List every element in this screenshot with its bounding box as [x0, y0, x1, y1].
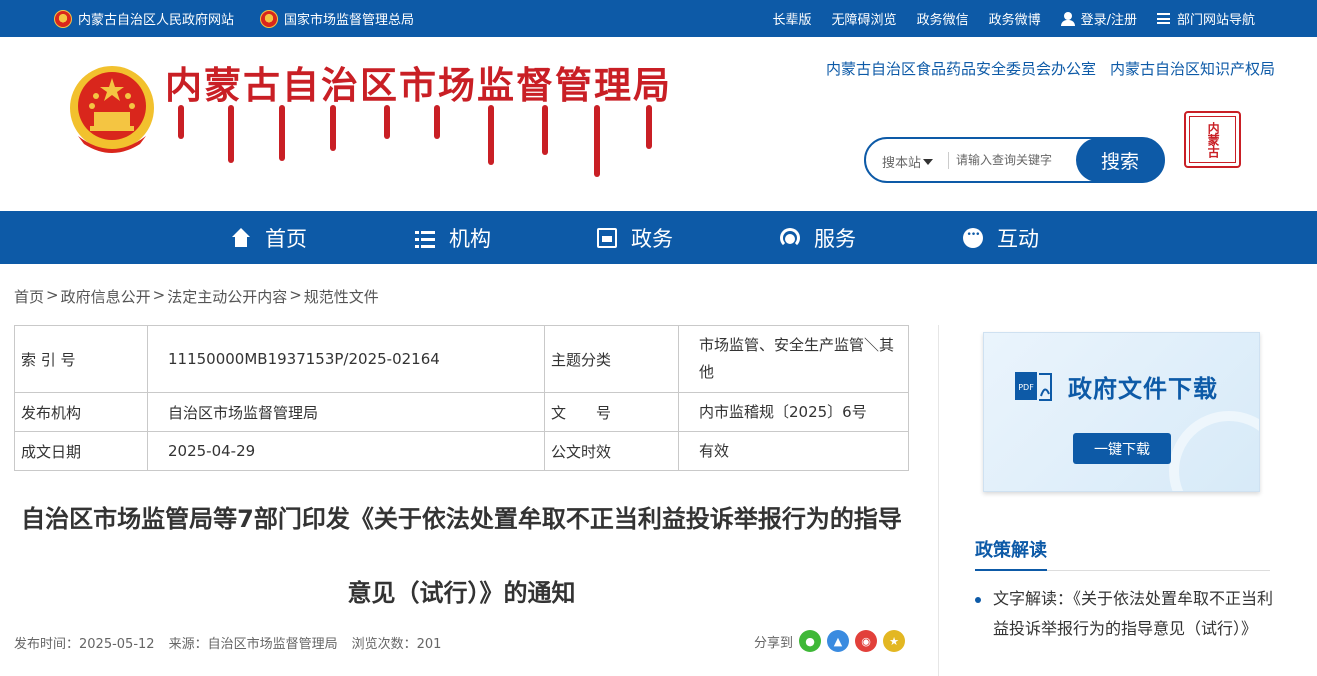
nav-organization-label: 机构: [449, 226, 491, 251]
breadcrumb-normative-docs[interactable]: 规范性文件: [304, 286, 379, 307]
book-icon: [597, 227, 617, 248]
main-nav: 首页 机构 政务 服务 互动: [0, 211, 1317, 264]
date-value: 2025-04-29: [147, 431, 545, 471]
national-emblem-icon: [260, 9, 279, 28]
search-divider: [948, 152, 949, 169]
topic-value: 市场监管、安全生产监管＼其他: [678, 325, 909, 393]
mongolian-script-title: [172, 105, 667, 177]
nav-interaction-label: 互动: [997, 226, 1039, 251]
search-box: 搜本站 搜索: [864, 137, 1165, 183]
validity-value: 有效: [678, 431, 909, 471]
svg-text:PDF: PDF: [1018, 383, 1034, 392]
search-scope-label: 搜本站: [882, 156, 922, 171]
nav-item-service[interactable]: 服务: [780, 211, 856, 264]
one-click-download-button[interactable]: 一键下载: [1073, 433, 1171, 464]
nav-service-label: 服务: [814, 226, 856, 251]
policy-interpretation-link[interactable]: 文字解读：《关于依法处置牟取不正当利益投诉举报行为的指导意见（试行）》: [993, 584, 1273, 644]
publish-time: 发布时间：2025-05-12: [14, 637, 155, 652]
policy-interpretation-heading: 政策解读: [975, 540, 1047, 561]
nav-item-organization[interactable]: 机构: [415, 211, 491, 264]
national-emblem-icon: [54, 9, 72, 28]
search-input[interactable]: [956, 148, 1076, 172]
seal-text: 内蒙古: [1189, 116, 1236, 163]
table-row: 发布机构 自治区市场监督管理局 文 号 内市监稽规〔2025〕6号: [14, 392, 909, 432]
samr-label: 国家市场监督管理总局: [284, 13, 415, 28]
national-emblem-logo: [70, 66, 154, 153]
org-value: 自治区市场监督管理局: [147, 392, 545, 432]
article-source: 来源：自治区市场监督管理局: [168, 637, 338, 652]
dept-nav-label: 部门网站导航: [1176, 13, 1255, 28]
caret-down-icon: [923, 158, 934, 165]
article-title: 自治区市场监管局等7部门印发《关于依法处置牟取不正当利益投诉举报行为的指导意见（…: [21, 505, 902, 607]
document-download-panel: PDF 政府文件下载 一键下载: [983, 332, 1260, 492]
top-bar-right: 长辈版 无障碍浏览 政务微信 政务微博 登录/注册 部门网站导航: [753, 0, 1255, 37]
download-panel-title: 政府文件下载: [1068, 374, 1218, 403]
top-bar-left: 内蒙古自治区人民政府网站 国家市场监督管理总局: [54, 0, 440, 37]
wechat-link[interactable]: 政务微信: [917, 9, 969, 28]
header-links: 内蒙古自治区食品药品安全委员会办公室 内蒙古自治区知识产权局: [812, 58, 1275, 79]
article-info: 发布时间：2025-05-12 来源：自治区市场监督管理局 浏览次数：201: [14, 633, 455, 652]
chat-icon: [963, 227, 983, 248]
login-link[interactable]: 登录/注册: [1060, 9, 1137, 28]
ip-office-link[interactable]: 内蒙古自治区知识产权局: [1110, 58, 1275, 79]
index-label: 索 引 号: [14, 325, 148, 393]
table-row: 索 引 号 11150000MB1937153P/2025-02164 主题分类…: [14, 325, 909, 393]
date-label: 成文日期: [14, 431, 148, 471]
topic-label: 主题分类: [544, 325, 679, 393]
samr-link[interactable]: 国家市场监督管理总局: [260, 9, 414, 28]
weibo-share-icon[interactable]: ◉: [855, 630, 878, 652]
share-bar: 分享到 ● ▲ ◉ ★: [754, 630, 906, 652]
qq-share-icon[interactable]: ▲: [827, 630, 850, 652]
top-bar: 内蒙古自治区人民政府网站 国家市场监督管理总局 长辈版 无障碍浏览 政务微信 政…: [0, 0, 1317, 37]
org-label: 发布机构: [14, 392, 148, 432]
gov-portal-label: 内蒙古自治区人民政府网站: [78, 13, 235, 28]
search-scope-dropdown[interactable]: 搜本站: [882, 152, 934, 171]
nav-item-home[interactable]: 首页: [231, 211, 307, 264]
food-drug-office-link[interactable]: 内蒙古自治区食品药品安全委员会办公室: [826, 58, 1096, 79]
validity-label: 公文时效: [544, 431, 679, 471]
breadcrumb-home[interactable]: 首页: [14, 286, 44, 307]
breadcrumb-statutory-content[interactable]: 法定主动公开内容: [167, 286, 287, 307]
view-count: 浏览次数：201: [351, 637, 442, 652]
share-label: 分享到: [754, 635, 794, 651]
index-value: 11150000MB1937153P/2025-02164: [147, 325, 545, 393]
menu-icon: [1156, 13, 1170, 24]
accessibility-link[interactable]: 无障碍浏览: [832, 9, 897, 28]
site-title: 内蒙古自治区市场监督管理局: [165, 64, 672, 107]
breadcrumb: 首页 > 政府信息公开 > 法定主动公开内容 > 规范性文件: [14, 286, 379, 307]
list-icon: [415, 228, 435, 248]
policy-heading-underline: [975, 569, 1270, 571]
elderly-mode-link[interactable]: 长辈版: [773, 9, 812, 28]
nav-item-affairs[interactable]: 政务: [597, 211, 673, 264]
weibo-link[interactable]: 政务微博: [989, 9, 1041, 28]
login-label: 登录/注册: [1080, 13, 1137, 28]
gov-portal-link[interactable]: 内蒙古自治区人民政府网站: [54, 9, 234, 28]
decorative-pattern: [1169, 411, 1259, 491]
home-icon: [231, 227, 251, 248]
nav-affairs-label: 政务: [631, 226, 673, 251]
pdf-icon: PDF: [1015, 372, 1052, 401]
nav-home-label: 首页: [265, 226, 307, 251]
seal-logo: 内蒙古: [1184, 111, 1241, 168]
column-divider: [938, 325, 939, 676]
wechat-share-icon[interactable]: ●: [799, 630, 822, 652]
site-header: 内蒙古自治区市场监督管理局 内蒙古自治区食品药品安全委员会办公室 内蒙古自治区知…: [0, 37, 1317, 211]
search-button[interactable]: 搜索: [1076, 138, 1164, 182]
docno-label: 文 号: [544, 392, 679, 432]
docno-value: 内市监稽规〔2025〕6号: [678, 392, 909, 432]
service-icon: [780, 227, 800, 248]
breadcrumb-info-disclosure[interactable]: 政府信息公开: [61, 286, 151, 307]
user-icon: [1060, 11, 1075, 26]
favorite-star-icon[interactable]: ★: [883, 630, 906, 652]
bullet-icon: [975, 597, 981, 603]
dept-nav-link[interactable]: 部门网站导航: [1156, 9, 1255, 28]
table-row: 成文日期 2025-04-29 公文时效 有效: [14, 431, 909, 471]
nav-item-interaction[interactable]: 互动: [963, 211, 1039, 264]
document-meta-table: 索 引 号 11150000MB1937153P/2025-02164 主题分类…: [14, 325, 909, 471]
